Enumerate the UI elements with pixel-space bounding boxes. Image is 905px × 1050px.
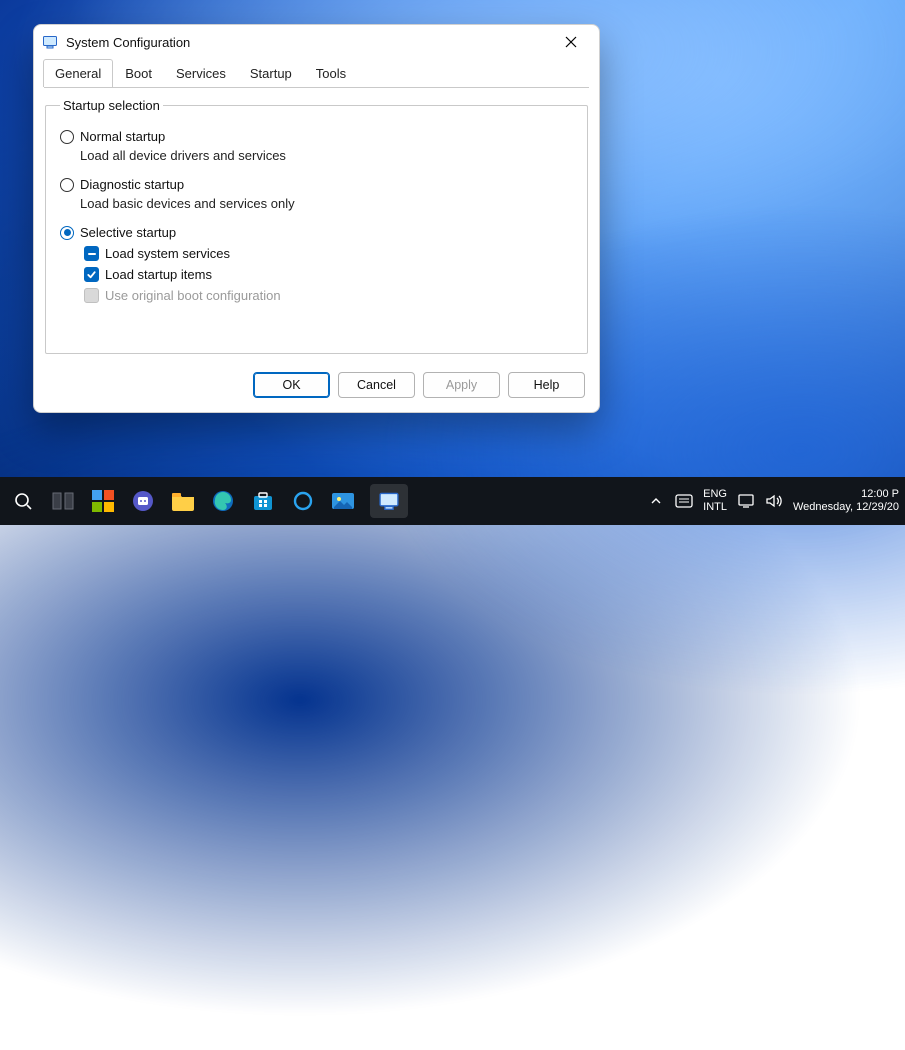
dialog-buttons: OK Cancel Apply Help [34, 354, 599, 412]
tab-services[interactable]: Services [164, 59, 238, 87]
taskbar-edge-icon[interactable] [210, 488, 236, 514]
checkbox-label: Load system services [105, 246, 230, 261]
checkbox-checked-icon [84, 267, 99, 282]
tray-chevron-up-icon[interactable] [647, 492, 665, 510]
tray-keyboard-icon[interactable] [675, 492, 693, 510]
tray-time: 12:00 P [793, 488, 899, 501]
checkbox-disabled-icon [84, 288, 99, 303]
system-configuration-dialog: System Configuration General Boot Servic… [33, 24, 600, 413]
radio-icon [60, 178, 74, 192]
radio-diagnostic-desc: Load basic devices and services only [80, 196, 573, 211]
radio-normal-startup[interactable]: Normal startup [60, 129, 573, 144]
tray-lang-line1: ENG [703, 488, 727, 501]
tabstrip: General Boot Services Startup Tools [34, 59, 599, 87]
taskbar-chat-icon[interactable] [130, 488, 156, 514]
taskbar-photos-icon[interactable] [330, 488, 356, 514]
checkbox-use-original-boot: Use original boot configuration [84, 288, 573, 303]
general-pane: Startup selection Normal startup Load al… [34, 88, 599, 354]
taskbar-cortana-icon[interactable] [290, 488, 316, 514]
tray-language[interactable]: ENG INTL [703, 488, 727, 514]
checkbox-label: Load startup items [105, 267, 212, 282]
checkbox-load-startup-items[interactable]: Load startup items [84, 267, 573, 282]
radio-icon [60, 130, 74, 144]
tray-volume-icon[interactable] [765, 492, 783, 510]
msconfig-icon [42, 34, 58, 50]
group-title: Startup selection [60, 98, 163, 113]
radio-selective-startup[interactable]: Selective startup [60, 225, 573, 240]
taskbar-store-icon[interactable] [250, 488, 276, 514]
tray-lang-line2: INTL [703, 501, 727, 514]
checkbox-load-system-services[interactable]: Load system services [84, 246, 573, 261]
checkbox-label: Use original boot configuration [105, 288, 281, 303]
tab-startup[interactable]: Startup [238, 59, 304, 87]
taskbar-search-icon[interactable] [10, 488, 36, 514]
ok-button[interactable]: OK [253, 372, 330, 398]
help-button[interactable]: Help [508, 372, 585, 398]
taskbar-msconfig-icon[interactable] [370, 484, 408, 518]
checkbox-indeterminate-icon [84, 246, 99, 261]
tab-boot[interactable]: Boot [113, 59, 164, 87]
startup-selection-group: Startup selection Normal startup Load al… [45, 98, 588, 354]
taskbar-widgets-icon[interactable] [90, 488, 116, 514]
radio-label: Diagnostic startup [80, 177, 184, 192]
radio-diagnostic-startup[interactable]: Diagnostic startup [60, 177, 573, 192]
taskbar-file-explorer-icon[interactable] [170, 488, 196, 514]
tray-date: Wednesday, 12/29/20 [793, 501, 899, 514]
apply-button: Apply [423, 372, 500, 398]
radio-label: Normal startup [80, 129, 165, 144]
taskbar: ENG INTL 12:00 P Wednesday, 12/29/20 [0, 477, 905, 525]
taskbar-task-view-icon[interactable] [50, 488, 76, 514]
radio-normal-desc: Load all device drivers and services [80, 148, 573, 163]
tray-network-icon[interactable] [737, 492, 755, 510]
close-button[interactable] [549, 27, 593, 57]
radio-icon [60, 226, 74, 240]
tab-general[interactable]: General [43, 59, 113, 87]
close-icon [565, 36, 577, 48]
window-title: System Configuration [66, 35, 549, 50]
radio-label: Selective startup [80, 225, 176, 240]
cancel-button[interactable]: Cancel [338, 372, 415, 398]
tab-tools[interactable]: Tools [304, 59, 358, 87]
tray-clock[interactable]: 12:00 P Wednesday, 12/29/20 [793, 488, 899, 514]
titlebar[interactable]: System Configuration [34, 25, 599, 59]
